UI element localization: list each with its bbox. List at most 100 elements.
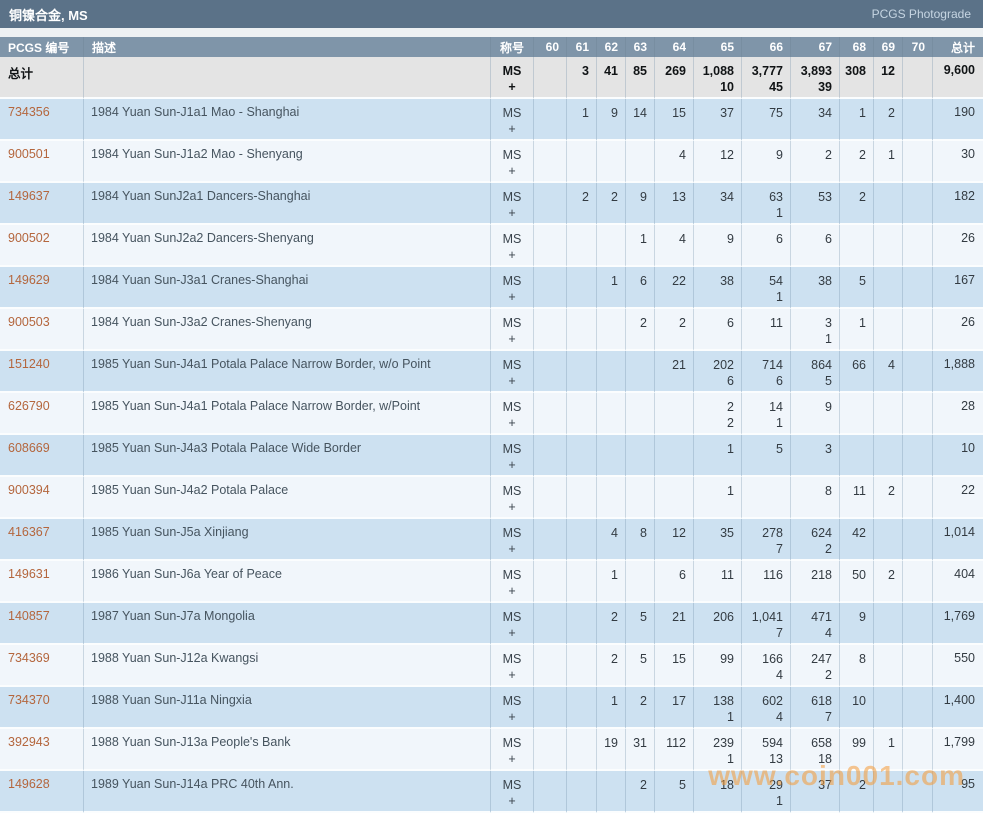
grade-62-cell: 2 <box>596 183 625 225</box>
pcgs-number-link[interactable]: 900502 <box>8 231 50 245</box>
grade-plus-count <box>876 583 895 599</box>
row-total-cell: 1,400 <box>932 687 983 729</box>
title-bar: 铜镍合金, MS PCGS Photograde <box>0 0 983 28</box>
grade-61-cell: 3 <box>566 57 596 99</box>
pcgs-number-link[interactable]: 149637 <box>8 189 50 203</box>
pcgs-number-link[interactable]: 392943 <box>8 735 50 749</box>
designation-main: MS <box>492 525 532 541</box>
pcgs-number-cell: 149631 <box>0 561 83 603</box>
grade-plus-count <box>905 667 925 683</box>
table-row: 900503 1984 Yuan Sun-J3a2 Cranes-Shenyan… <box>0 309 983 351</box>
grade-plus-count: 13 <box>744 751 783 767</box>
description-cell: 1988 Yuan Sun-J13a People's Bank <box>83 729 490 771</box>
pcgs-number-link[interactable]: 149628 <box>8 777 50 791</box>
pcgs-number-link[interactable]: 900394 <box>8 483 50 497</box>
grade-count: 308 <box>842 63 866 79</box>
grade-plus-count <box>905 541 925 557</box>
designation-plus: + <box>492 751 532 767</box>
pcgs-number-link[interactable]: 626790 <box>8 399 50 413</box>
grade-70-cell <box>902 519 932 561</box>
pcgs-number-link[interactable]: 608669 <box>8 441 50 455</box>
grade-plus-count <box>536 205 559 221</box>
grade-68-cell: 2 <box>839 183 873 225</box>
grade-62-cell <box>596 435 625 477</box>
grade-plus-count: 1 <box>696 709 734 725</box>
grade-count: 12 <box>876 63 895 79</box>
grade-66-cell: 9 <box>741 141 790 183</box>
pcgs-number-link[interactable]: 900501 <box>8 147 50 161</box>
grade-plus-count <box>628 709 647 725</box>
pcgs-number-link[interactable]: 416367 <box>8 525 50 539</box>
grade-67-cell: 6 <box>790 225 839 267</box>
grade-plus-count <box>876 625 895 641</box>
grade-count: 2 <box>628 315 647 331</box>
description-cell: 1985 Yuan Sun-J4a2 Potala Palace <box>83 477 490 519</box>
grade-60-cell <box>533 267 566 309</box>
grade-plus-count: 1 <box>744 415 783 431</box>
row-total-cell: 30 <box>932 141 983 183</box>
table-row: 416367 1985 Yuan Sun-J5a Xinjiang MS + 4… <box>0 519 983 561</box>
grade-plus-count <box>905 499 925 515</box>
pcgs-number-link[interactable]: 151240 <box>8 357 50 371</box>
photograde-link[interactable]: PCGS Photograde <box>872 7 971 21</box>
designation-main: MS <box>492 399 532 415</box>
table-row: 900502 1984 Yuan SunJ2a2 Dancers-Shenyan… <box>0 225 983 267</box>
grade-64-cell: 5 <box>654 771 693 813</box>
grade-plus-count <box>628 373 647 389</box>
grade-plus-count <box>842 499 866 515</box>
grade-count: 1,041 <box>744 609 783 625</box>
grade-plus-count <box>536 79 559 95</box>
grade-plus-count <box>842 625 866 641</box>
grade-plus-count <box>744 331 783 347</box>
pcgs-number-link[interactable]: 900503 <box>8 315 50 329</box>
grade-count <box>536 567 559 583</box>
grade-count: 112 <box>657 735 686 751</box>
grade-plus-count: 5 <box>793 373 832 389</box>
grade-60-cell <box>533 141 566 183</box>
grade-count <box>536 609 559 625</box>
grade-plus-count <box>744 247 783 263</box>
designation-plus: + <box>492 457 532 473</box>
grade-67-cell: 53 <box>790 183 839 225</box>
grade-count: 14 <box>628 105 647 121</box>
grade-63-cell: 2 <box>625 687 654 729</box>
grade-plus-count <box>569 499 589 515</box>
grade-70-cell <box>902 57 932 99</box>
grade-count: 37 <box>793 777 832 793</box>
grade-plus-count: 2 <box>793 667 832 683</box>
grade-count <box>905 315 925 331</box>
table-row: 608669 1985 Yuan Sun-J4a3 Potala Palace … <box>0 435 983 477</box>
grade-count <box>569 147 589 163</box>
grade-count: 2 <box>696 399 734 415</box>
grade-count <box>876 651 895 667</box>
grade-60-cell <box>533 477 566 519</box>
grade-plus-count <box>628 793 647 809</box>
grade-count <box>569 315 589 331</box>
pcgs-number-link[interactable]: 734356 <box>8 105 50 119</box>
grade-count: 9 <box>744 147 783 163</box>
grade-62-cell: 4 <box>596 519 625 561</box>
grade-62-cell: 19 <box>596 729 625 771</box>
grade-plus-count <box>696 331 734 347</box>
pcgs-number-link[interactable]: 734369 <box>8 651 50 665</box>
grade-count: 31 <box>628 735 647 751</box>
grade-plus-count <box>905 625 925 641</box>
grade-68-cell <box>839 225 873 267</box>
grade-plus-count <box>628 163 647 179</box>
grade-66-cell <box>741 477 790 519</box>
pcgs-number-link[interactable]: 149629 <box>8 273 50 287</box>
grade-63-cell: 5 <box>625 603 654 645</box>
grade-plus-count <box>569 751 589 767</box>
grade-65-cell: 12 <box>693 141 741 183</box>
col-header-total: 总计 <box>932 37 983 57</box>
grade-count: 218 <box>793 567 832 583</box>
pcgs-number-link[interactable]: 734370 <box>8 693 50 707</box>
grade-66-cell: 631 <box>741 183 790 225</box>
pcgs-number-link[interactable]: 140857 <box>8 609 50 623</box>
grade-count: 5 <box>657 777 686 793</box>
grade-60-cell <box>533 99 566 141</box>
grade-plus-count <box>876 541 895 557</box>
grade-count: 41 <box>599 63 618 79</box>
grade-count: 99 <box>842 735 866 751</box>
pcgs-number-link[interactable]: 149631 <box>8 567 50 581</box>
